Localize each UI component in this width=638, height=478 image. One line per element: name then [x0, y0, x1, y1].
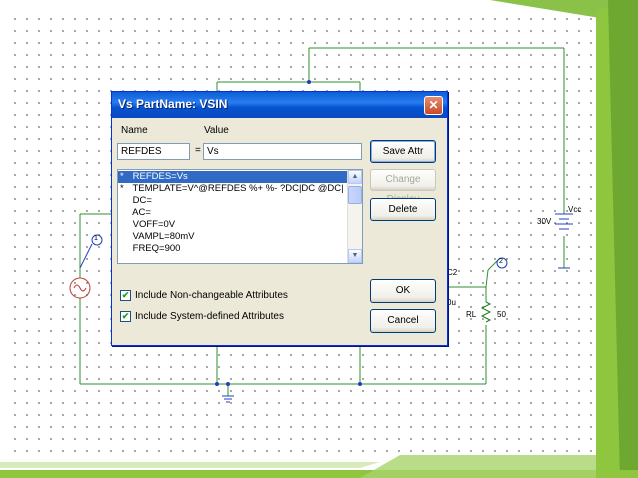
source-name-label: Vcc: [568, 205, 582, 214]
close-button[interactable]: ✕: [424, 96, 443, 115]
scroll-down-icon[interactable]: ▼: [348, 249, 362, 263]
checkbox-nonchangeable[interactable]: ✔: [120, 290, 131, 301]
node-label-1: 1: [94, 235, 98, 242]
cancel-button[interactable]: Cancel: [370, 309, 436, 333]
list-item[interactable]: FREQ=900: [118, 243, 348, 255]
ok-button[interactable]: OK: [370, 279, 436, 303]
list-item[interactable]: AC=: [118, 207, 348, 219]
dialog-title: Vs PartName: VSIN: [118, 97, 228, 111]
checkbox-system-defined[interactable]: ✔: [120, 311, 131, 322]
name-column-header: Name: [121, 125, 148, 136]
attribute-value-field[interactable]: Vs: [203, 143, 362, 160]
list-item[interactable]: VOFF=0V: [118, 219, 348, 231]
checkmark-icon: ✔: [121, 290, 130, 300]
source-voltage-label: 30V: [537, 217, 552, 226]
node-label-2: 2: [499, 258, 503, 265]
resistor-value-label: 50: [497, 310, 506, 319]
list-item[interactable]: VAMPL=80mV: [118, 231, 348, 243]
scroll-thumb[interactable]: [348, 186, 362, 204]
list-scrollbar[interactable]: ▲ ▼: [347, 170, 362, 263]
list-item[interactable]: * TEMPLATE=V^@REFDES %+ %- ?DC|DC @DC| ?…: [118, 183, 362, 195]
attribute-name-field[interactable]: REFDES: [117, 143, 190, 160]
checkbox-system-defined-label[interactable]: Include System-defined Attributes: [135, 311, 284, 322]
equals-sign: =: [195, 145, 201, 156]
scroll-up-icon[interactable]: ▲: [348, 170, 362, 184]
resistor-name-label: RL: [466, 310, 477, 319]
attribute-list[interactable]: * REFDES=Vs * TEMPLATE=V^@REFDES %+ %- ?…: [117, 169, 363, 264]
change-display-button[interactable]: Change Display: [370, 169, 436, 205]
property-dialog: Vs PartName: VSIN ✕ Name Value REFDES = …: [111, 91, 448, 346]
value-column-header: Value: [204, 125, 229, 136]
list-item[interactable]: DC=: [118, 195, 348, 207]
close-icon: ✕: [428, 98, 439, 112]
capacitor-label: C2: [447, 268, 458, 277]
checkbox-nonchangeable-label[interactable]: Include Non-changeable Attributes: [135, 290, 288, 301]
list-item[interactable]: * REFDES=Vs: [118, 171, 348, 183]
checkmark-icon: ✔: [121, 311, 130, 321]
dialog-titlebar[interactable]: Vs PartName: VSIN ✕: [112, 92, 447, 118]
delete-button[interactable]: Delete: [370, 198, 436, 221]
save-attr-button[interactable]: Save Attr: [370, 140, 436, 163]
capacitor-value: 0u: [447, 298, 456, 307]
